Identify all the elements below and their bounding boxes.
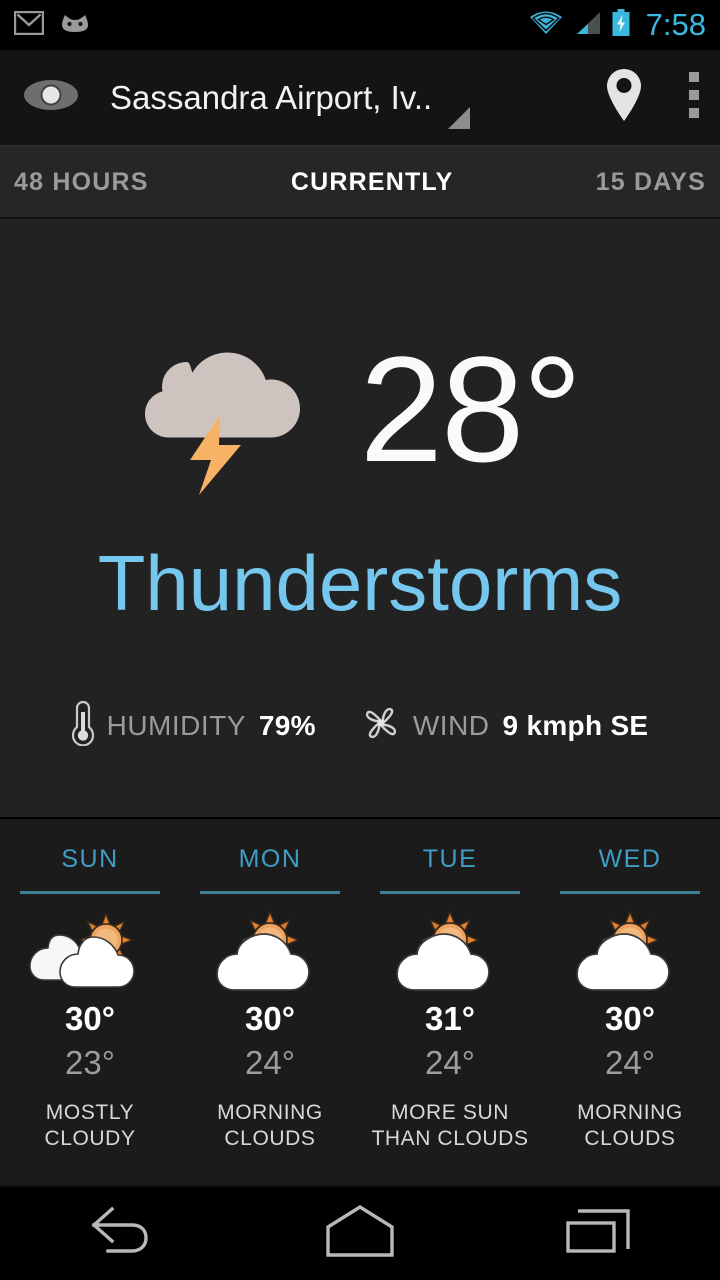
back-button[interactable]: [30, 1203, 210, 1264]
forecast-day-wed[interactable]: WED 30° 24° MORNING CLOUDS: [540, 845, 720, 1187]
recent-apps-button[interactable]: [510, 1203, 690, 1264]
thunderstorm-icon: [140, 314, 320, 504]
back-icon: [84, 1203, 156, 1264]
status-bar-system-icons: 7:58: [529, 7, 706, 43]
forecast-day-mon[interactable]: MON 30° 24° MORNING CLOUDS: [180, 845, 360, 1187]
current-temperature: 28°: [359, 325, 583, 493]
home-button[interactable]: [270, 1203, 450, 1264]
current-conditions-panel: 28° Thunderstorms HUMIDITY 79% WIND 9 km…: [0, 219, 720, 817]
overflow-menu-icon[interactable]: [688, 70, 700, 125]
wind-stat: WIND 9 kmph SE: [362, 704, 649, 747]
recent-apps-icon: [562, 1203, 638, 1264]
forecast-day-underline: [20, 891, 160, 894]
tab-bar: 48 HOURS CURRENTLY 15 DAYS: [0, 147, 720, 219]
forecast-day-tue[interactable]: TUE 31° 24° MORE SUN THAN CLOUDS: [360, 845, 540, 1187]
forecast-low: 24°: [605, 1044, 655, 1081]
dropdown-triangle-icon[interactable]: [448, 107, 471, 129]
map-pin-icon[interactable]: [604, 67, 644, 128]
thermometer-icon: [71, 700, 94, 751]
forecast-description: MORNING CLOUDS: [577, 1101, 683, 1150]
forecast-high: 30°: [245, 1000, 295, 1037]
weather-app-screen: 7:58 Sassandra Airport, Iv.. 48 HOURS CU…: [0, 0, 720, 1280]
tab-48-hours[interactable]: 48 HOURS: [14, 168, 149, 197]
forecast-low: 24°: [425, 1044, 475, 1081]
current-condition-text: Thunderstorms: [97, 539, 623, 627]
tab-15-days[interactable]: 15 DAYS: [596, 168, 706, 197]
tab-currently[interactable]: CURRENTLY: [149, 168, 596, 197]
location-title[interactable]: Sassandra Airport, Iv..: [110, 79, 432, 117]
forecast-description: MOSTLY CLOUDY: [44, 1101, 136, 1150]
sun-behind-cloud-icon: [211, 910, 329, 994]
wifi-icon: [529, 10, 563, 41]
status-bar: 7:58: [0, 0, 720, 50]
humidity-value: 79%: [258, 709, 316, 741]
forecast-day-label: WED: [598, 845, 662, 873]
gmail-icon: [13, 10, 45, 40]
status-bar-notifications: [13, 10, 92, 40]
android-nav-bar: [0, 1185, 720, 1280]
forecast-description: MORNING CLOUDS: [217, 1101, 323, 1150]
forecast-low: 24°: [245, 1044, 295, 1081]
forecast-high: 31°: [425, 1000, 475, 1037]
wind-label: WIND: [412, 709, 490, 741]
humidity-stat: HUMIDITY 79%: [71, 700, 316, 751]
sun-behind-cloud-icon: [391, 910, 509, 994]
action-bar-buttons: [604, 67, 700, 128]
current-main-row: 28°: [140, 314, 583, 504]
forecast-day-underline: [200, 891, 340, 894]
humidity-label: HUMIDITY: [106, 709, 246, 741]
cell-signal-icon: [572, 10, 602, 41]
eye-icon[interactable]: [22, 75, 80, 120]
battery-charging-icon: [611, 8, 631, 42]
status-bar-clock: 7:58: [645, 7, 706, 42]
home-icon: [320, 1203, 400, 1264]
forecast-low: 23°: [65, 1044, 115, 1081]
forecast-day-underline: [380, 891, 520, 894]
current-stats-row: HUMIDITY 79% WIND 9 kmph SE: [71, 700, 649, 751]
forecast-strip: SUN 30° 23° MOSTLY CLOUDY MON 30° 24° MO…: [0, 817, 720, 1187]
action-bar: Sassandra Airport, Iv..: [0, 50, 720, 145]
mostly-cloudy-icon: [26, 910, 154, 994]
android-robot-icon: [58, 11, 92, 40]
forecast-day-underline: [560, 891, 700, 894]
sun-behind-cloud-icon: [571, 910, 689, 994]
forecast-day-label: SUN: [61, 845, 119, 873]
forecast-high: 30°: [65, 1000, 115, 1037]
forecast-day-label: TUE: [422, 845, 478, 873]
forecast-description: MORE SUN THAN CLOUDS: [371, 1101, 529, 1150]
wind-value: 9 kmph SE: [502, 709, 649, 741]
windmill-icon: [362, 704, 400, 747]
forecast-high: 30°: [605, 1000, 655, 1037]
forecast-day-sun[interactable]: SUN 30° 23° MOSTLY CLOUDY: [0, 845, 180, 1187]
forecast-day-label: MON: [238, 845, 302, 873]
